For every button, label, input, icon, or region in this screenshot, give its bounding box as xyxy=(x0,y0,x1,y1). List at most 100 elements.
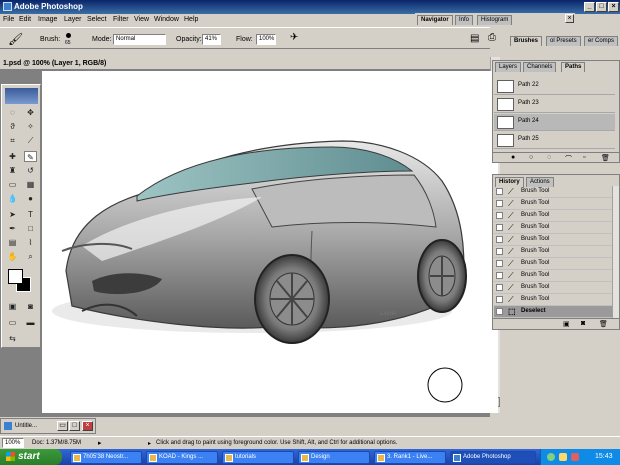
load-selection-icon[interactable]: ◌ xyxy=(547,154,551,161)
tab-layers[interactable]: Layers xyxy=(495,62,522,72)
menu-edit[interactable]: Edit xyxy=(19,16,31,23)
snapshot-source-checkbox[interactable] xyxy=(496,260,503,267)
menu-view[interactable]: View xyxy=(134,16,149,23)
history-scrollbar[interactable] xyxy=(612,186,619,318)
taskbar-item[interactable]: Design xyxy=(298,451,370,464)
slice-tool-icon[interactable]: ⟋ xyxy=(24,135,37,146)
notes-tool-icon[interactable]: ▤ xyxy=(6,237,19,248)
well-tab-brushes[interactable]: Brushes xyxy=(510,36,543,46)
palette-close-icon[interactable]: × xyxy=(565,14,574,23)
history-step[interactable]: ⟋ Brush Tool xyxy=(494,186,613,198)
minimize-button[interactable]: _ xyxy=(584,2,595,12)
tray-icon[interactable] xyxy=(547,453,555,461)
tab-histogram[interactable]: Histogram xyxy=(477,15,513,25)
history-step[interactable]: ⟋ Brush Tool xyxy=(494,282,613,294)
brush-preview-icon[interactable] xyxy=(66,33,71,38)
tab-paths[interactable]: Paths xyxy=(561,62,586,72)
shape-tool-icon[interactable]: □ xyxy=(24,223,37,234)
brush-tool-icon[interactable]: 🖌 xyxy=(8,32,23,46)
tab-info[interactable]: Info xyxy=(455,15,474,25)
snapshot-source-checkbox[interactable] xyxy=(496,248,503,255)
snapshot-source-checkbox[interactable] xyxy=(496,272,503,279)
path-row[interactable]: Path 23 xyxy=(494,96,615,113)
hand-tool-icon[interactable]: ✋ xyxy=(6,251,19,262)
history-brush-tool-icon[interactable]: ↺ xyxy=(24,165,37,176)
file-browser-icon[interactable]: ▤ xyxy=(470,33,479,44)
magic-wand-tool-icon[interactable]: ✧ xyxy=(24,121,37,132)
flow-field[interactable]: 100% xyxy=(256,34,276,45)
path-selection-tool-icon[interactable]: ➤ xyxy=(6,209,19,220)
screen-mode-icon[interactable]: ▭ xyxy=(6,317,19,328)
tray-icon[interactable] xyxy=(571,453,579,461)
close-button[interactable]: × xyxy=(608,2,619,12)
taskbar-item[interactable]: tutorials xyxy=(222,451,294,464)
eyedropper-tool-icon[interactable]: ⌇ xyxy=(24,237,37,248)
menu-help[interactable]: Help xyxy=(184,16,198,23)
healing-brush-tool-icon[interactable]: ✚ xyxy=(6,151,19,162)
standard-mode-icon[interactable]: ▣ xyxy=(6,301,19,312)
zoom-field[interactable]: 100% xyxy=(2,438,24,448)
brush-tool-icon[interactable]: ✎ xyxy=(24,151,37,162)
history-step[interactable]: ⟋ Brush Tool xyxy=(494,198,613,210)
start-button[interactable]: start xyxy=(0,449,62,465)
taskbar-item[interactable]: KOAD - Kings ... xyxy=(146,451,218,464)
snapshot-source-checkbox[interactable] xyxy=(496,212,503,219)
mode-select[interactable]: Normal xyxy=(113,34,166,45)
snapshot-source-checkbox[interactable] xyxy=(496,308,503,315)
menu-image[interactable]: Image xyxy=(38,16,57,23)
history-step[interactable]: ⟋ Brush Tool xyxy=(494,234,613,246)
path-row[interactable]: Path 22 xyxy=(494,78,615,95)
maximize-button[interactable]: □ xyxy=(596,2,607,12)
tab-navigator[interactable]: Navigator xyxy=(417,15,453,25)
history-step[interactable]: ⟋ Brush Tool xyxy=(494,270,613,282)
eraser-tool-icon[interactable]: ▭ xyxy=(6,179,19,190)
blur-tool-icon[interactable]: 💧 xyxy=(6,193,19,204)
menu-select[interactable]: Select xyxy=(87,16,106,23)
snapshot-source-checkbox[interactable] xyxy=(496,236,503,243)
menu-window[interactable]: Window xyxy=(154,16,179,23)
new-path-icon[interactable]: ▫ xyxy=(583,154,585,161)
snapshot-source-checkbox[interactable] xyxy=(496,284,503,291)
gradient-tool-icon[interactable]: ▦ xyxy=(24,179,37,190)
history-step[interactable]: ⟋ Brush Tool xyxy=(494,210,613,222)
lasso-tool-icon[interactable]: ϑ xyxy=(6,121,19,132)
type-tool-icon[interactable]: T xyxy=(24,209,37,220)
make-work-path-icon[interactable]: ⌒ xyxy=(565,154,572,164)
history-step[interactable]: ⟋ Brush Tool xyxy=(494,222,613,234)
status-arrow-icon[interactable]: ▸ xyxy=(98,439,102,447)
fill-path-icon[interactable]: ● xyxy=(511,154,515,161)
history-step-selected[interactable]: ⬚ Deselect xyxy=(494,306,613,318)
fullscreen-mode-icon[interactable]: ▬ xyxy=(24,317,37,328)
path-row[interactable]: Path 24 xyxy=(494,114,615,131)
delete-path-icon[interactable]: 🗑 xyxy=(601,154,610,162)
doc-size[interactable]: Doc: 1.37M/8.75M xyxy=(32,440,81,446)
quick-mask-icon[interactable]: ◙ xyxy=(24,301,37,312)
menu-filter[interactable]: Filter xyxy=(113,16,129,23)
crop-tool-icon[interactable]: ⌗ xyxy=(6,135,19,146)
restore-button[interactable]: ▭ xyxy=(57,421,68,431)
close-doc-button[interactable]: × xyxy=(82,421,93,431)
airbrush-icon[interactable]: ✈ xyxy=(290,32,298,43)
well-tab-tool-presets[interactable]: ol Presets xyxy=(546,36,581,46)
foreground-color-swatch[interactable] xyxy=(8,269,23,284)
taskbar-item[interactable]: 7h05'38 Neostr... xyxy=(70,451,142,464)
path-row[interactable]: Path 25 xyxy=(494,132,615,149)
tray-icon[interactable] xyxy=(559,453,567,461)
opacity-field[interactable]: 41% xyxy=(202,34,221,45)
pen-tool-icon[interactable]: ✒ xyxy=(6,223,19,234)
history-step[interactable]: ⟋ Brush Tool xyxy=(494,258,613,270)
stroke-path-icon[interactable]: ○ xyxy=(529,154,533,161)
zoom-tool-icon[interactable]: ⌕ xyxy=(24,251,37,262)
taskbar-item[interactable]: 3. Rank1 - Live... xyxy=(374,451,446,464)
minimized-document[interactable]: Untitle... ▭ □ × xyxy=(0,418,96,434)
maximize-doc-button[interactable]: □ xyxy=(69,421,80,431)
snapshot-source-checkbox[interactable] xyxy=(496,224,503,231)
taskbar-item-active[interactable]: Adobe Photoshop xyxy=(450,451,536,464)
marquee-tool-icon[interactable]: ◌ xyxy=(6,107,19,118)
snapshot-source-checkbox[interactable] xyxy=(496,296,503,303)
menu-layer[interactable]: Layer xyxy=(64,16,82,23)
clone-stamp-tool-icon[interactable]: ♜ xyxy=(6,165,19,176)
move-tool-icon[interactable]: ✥ xyxy=(24,107,37,118)
print-icon[interactable]: ⎙ xyxy=(488,32,496,43)
dodge-tool-icon[interactable]: ● xyxy=(24,193,37,204)
